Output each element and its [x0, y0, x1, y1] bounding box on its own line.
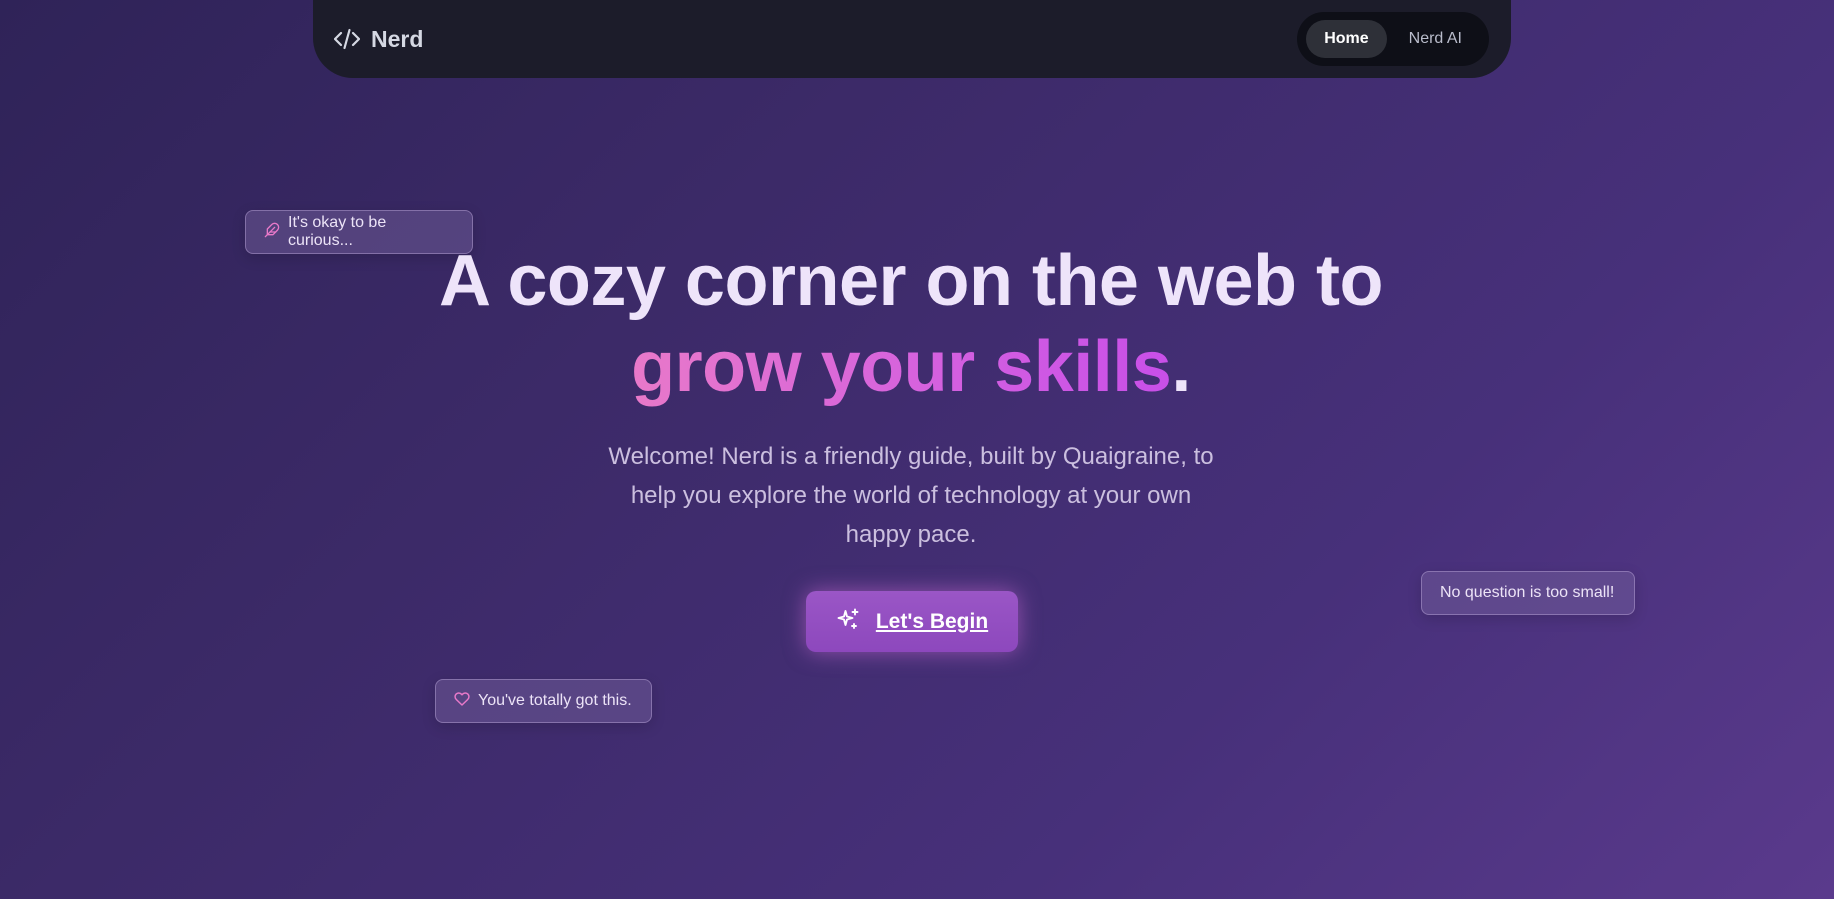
- brand-name: Nerd: [371, 25, 424, 52]
- chip-no-question-text: No question is too small!: [1440, 584, 1615, 601]
- chip-got-this-text: You've totally got this.: [478, 692, 632, 709]
- code-icon: [333, 25, 361, 53]
- nav-home-link[interactable]: Home: [1306, 20, 1387, 58]
- lets-begin-button[interactable]: Let's Begin: [806, 591, 1018, 652]
- sparkles-icon: [836, 607, 860, 636]
- brand[interactable]: Nerd: [333, 25, 423, 53]
- hero-title-highlight: grow your skills: [631, 327, 1172, 407]
- hero-title: A cozy corner on the web to grow your sk…: [0, 238, 1822, 410]
- navbar: Nerd Home Nerd AI: [313, 0, 1511, 78]
- hero-title-line1: A cozy corner on the web to: [439, 241, 1383, 321]
- nav-nerd-ai-link[interactable]: Nerd AI: [1391, 20, 1480, 58]
- hero-subtitle: Welcome! Nerd is a friendly guide, built…: [608, 443, 1214, 548]
- chip-got-this: You've totally got this.: [435, 679, 652, 723]
- nav-links: Home Nerd AI: [1297, 12, 1489, 66]
- lets-begin-label: Let's Begin: [875, 609, 989, 633]
- chip-no-question: No question is too small!: [1421, 571, 1635, 615]
- heart-icon: [454, 691, 470, 712]
- hero-title-period: .: [1171, 327, 1191, 407]
